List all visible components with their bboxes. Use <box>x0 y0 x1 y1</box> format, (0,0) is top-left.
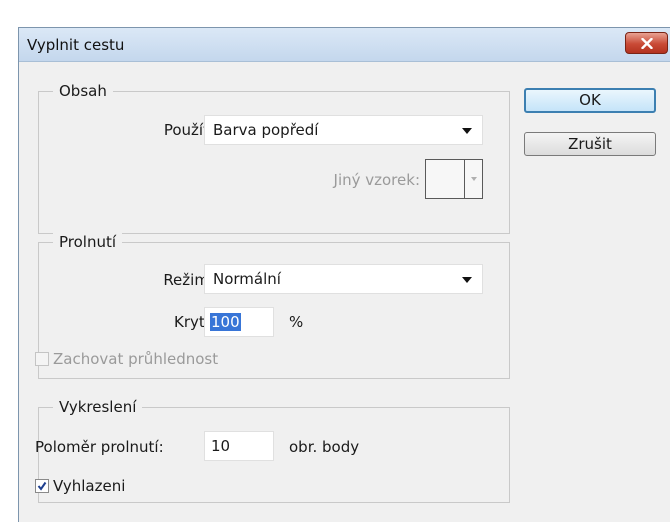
pattern-divider <box>464 160 465 198</box>
chevron-down-icon <box>462 128 472 134</box>
antialias-checkbox[interactable] <box>35 479 49 493</box>
window-title: Vyplnit cestu <box>27 36 125 54</box>
ok-button[interactable]: OK <box>524 88 656 113</box>
custom-pattern-label: Jiný vzorek: <box>333 171 420 189</box>
checkmark-icon <box>37 481 47 491</box>
opacity-unit: % <box>289 313 304 331</box>
close-icon <box>640 37 653 49</box>
feather-label: Poloměr prolnutí: <box>35 438 164 456</box>
opacity-input[interactable]: 100 <box>204 307 274 337</box>
contents-legend: Obsah <box>53 81 113 101</box>
custom-pattern-picker[interactable] <box>425 159 483 199</box>
chevron-down-icon <box>462 277 472 283</box>
preserve-transparency-checkbox[interactable] <box>35 352 49 366</box>
antialias-label: Vyhlazeni <box>53 477 126 495</box>
use-value: Barva popředí <box>213 121 319 139</box>
fill-path-dialog: Vyplnit cestu Obsah Použít: Barva popřed… <box>18 27 670 522</box>
feather-input[interactable]: 10 <box>204 431 274 461</box>
blending-legend: Prolnutí <box>53 232 123 252</box>
mode-select[interactable]: Normální <box>204 264 483 294</box>
opacity-value: 100 <box>210 313 241 331</box>
feather-value: 10 <box>211 437 231 455</box>
cancel-button[interactable]: Zrušit <box>524 132 656 156</box>
cancel-button-label: Zrušit <box>568 135 612 153</box>
preserve-transparency-label: Zachovat průhlednost <box>53 350 219 368</box>
chevron-down-icon <box>471 177 477 181</box>
mode-value: Normální <box>213 270 281 288</box>
close-button[interactable] <box>625 32 668 54</box>
ok-button-label: OK <box>579 91 601 109</box>
title-bar[interactable]: Vyplnit cestu <box>19 28 670 62</box>
use-select[interactable]: Barva popředí <box>204 115 483 145</box>
rendering-legend: Vykreslení <box>53 397 143 417</box>
feather-unit: obr. body <box>289 438 360 456</box>
